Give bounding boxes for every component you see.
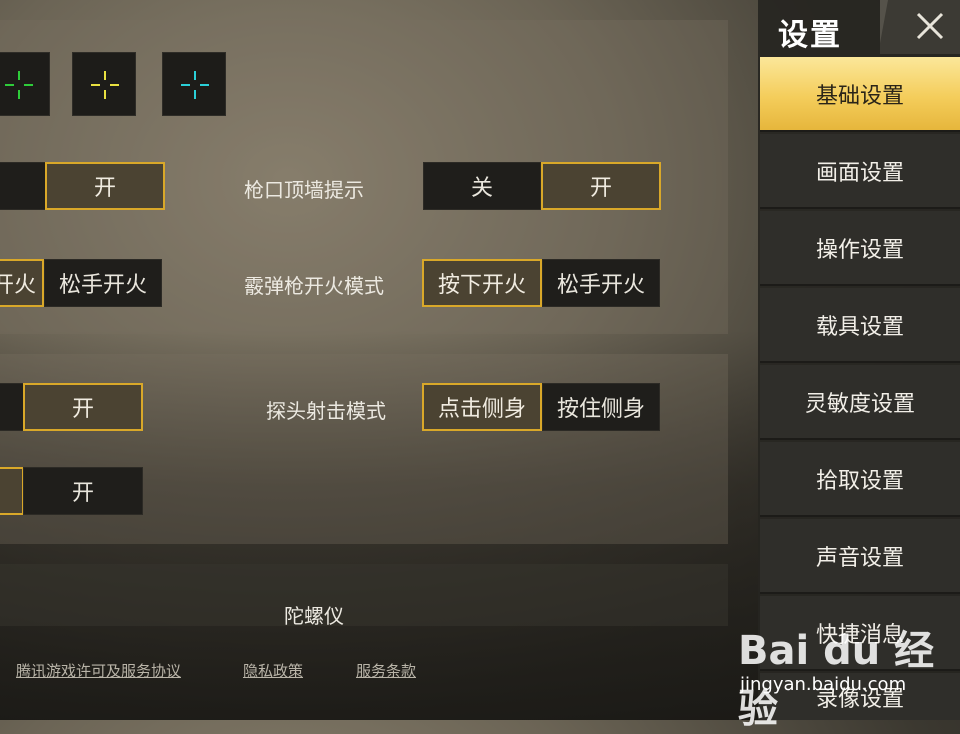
sidebar-item-vehicle[interactable]: 载具设置: [760, 288, 960, 363]
muzzle-wall-hint-on[interactable]: 开: [541, 162, 661, 210]
baidu-watermark: Bai du 经验 jingyan.baidu.com: [738, 612, 960, 732]
crosshair-icon: [91, 71, 119, 99]
sidebar-item-sensitivity[interactable]: 灵敏度设置: [760, 365, 960, 440]
crosshair-cyan-option[interactable]: [162, 52, 226, 116]
peek-tap-option[interactable]: 点击侧身: [422, 383, 542, 431]
crosshair-green-option[interactable]: [0, 52, 50, 116]
gyro-panel: [0, 564, 728, 626]
close-icon: [880, 0, 944, 44]
gyro-label: 陀螺仪: [284, 604, 344, 628]
sidebar-item-pickup[interactable]: 拾取设置: [760, 442, 960, 517]
left-fire-press-option[interactable]: 开火: [0, 259, 44, 307]
left-toggle-on-2[interactable]: 开: [23, 383, 143, 431]
muzzle-wall-hint-off[interactable]: 关: [423, 162, 541, 210]
left-toggle-off[interactable]: [0, 162, 46, 210]
sidebar-item-sound[interactable]: 声音设置: [760, 519, 960, 594]
shotgun-fire-release-option[interactable]: 松手开火: [542, 259, 660, 307]
sidebar-item-basic[interactable]: 基础设置: [760, 57, 960, 132]
sidebar-item-controls[interactable]: 操作设置: [760, 211, 960, 286]
peek-fire-mode-label: 探头射击模式: [266, 399, 386, 423]
watermark-url: jingyan.baidu.com: [740, 674, 907, 695]
close-button[interactable]: [880, 0, 960, 54]
crosshair-yellow-option[interactable]: [72, 52, 136, 116]
privacy-policy-link[interactable]: 隐私政策: [243, 660, 303, 681]
left-toggle-off-2[interactable]: [0, 383, 24, 431]
shotgun-fire-press-option[interactable]: 按下开火: [422, 259, 542, 307]
left-toggle-off-3[interactable]: 开: [23, 467, 143, 515]
crosshair-icon: [5, 71, 33, 99]
muzzle-wall-hint-label: 枪口顶墙提示: [244, 178, 364, 202]
sidebar-title: 设置: [778, 18, 842, 53]
left-fire-release-option[interactable]: 松手开火: [44, 259, 162, 307]
sidebar-item-graphics[interactable]: 画面设置: [760, 134, 960, 209]
left-toggle-on[interactable]: 开: [45, 162, 165, 210]
crosshair-icon: [181, 71, 209, 99]
left-toggle-on-3[interactable]: [0, 467, 24, 515]
shotgun-fire-mode-label: 霰弹枪开火模式: [244, 274, 384, 298]
terms-of-service-link[interactable]: 服务条款: [356, 660, 416, 681]
license-agreement-link[interactable]: 腾讯游戏许可及服务协议: [16, 660, 181, 681]
peek-hold-option[interactable]: 按住侧身: [542, 383, 660, 431]
